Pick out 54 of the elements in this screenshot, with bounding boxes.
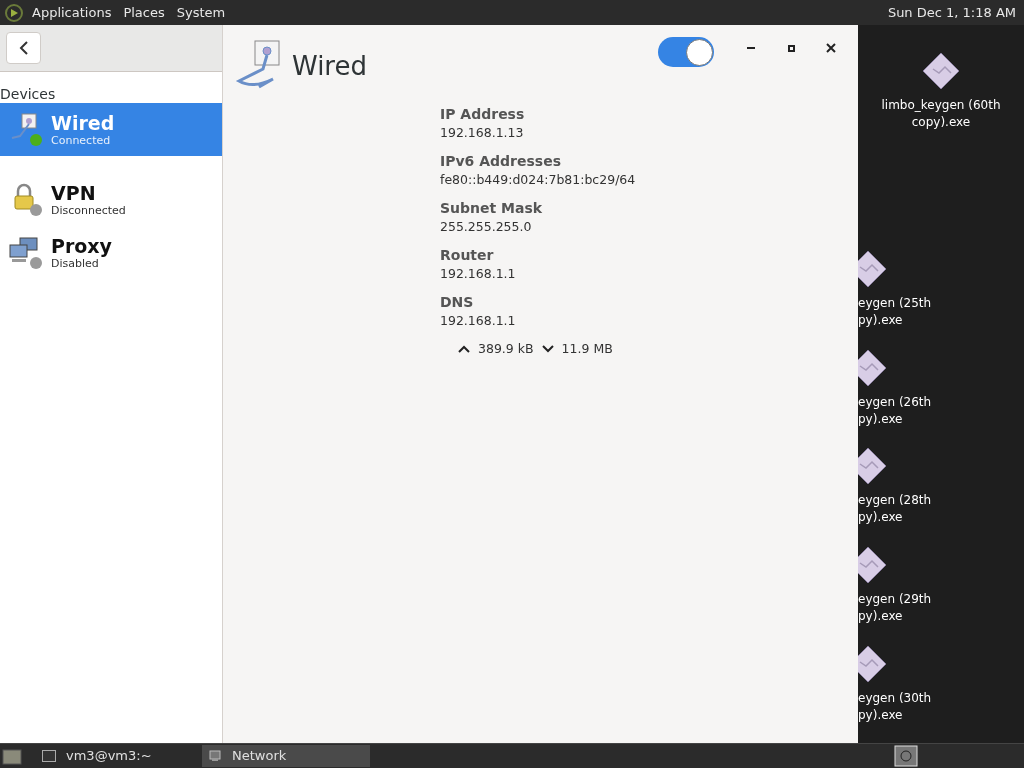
- file-name: eygen (25th: [858, 294, 932, 312]
- detail-value: 192.168.1.13: [440, 124, 525, 142]
- clock[interactable]: Sun Dec 1, 1:18 AM: [887, 2, 1016, 23]
- trash-icon[interactable]: [894, 745, 918, 767]
- device-item[interactable]: Proxy Disabled: [0, 226, 222, 279]
- terminal-icon: [42, 750, 56, 762]
- file-name: eygen (26th: [858, 393, 932, 411]
- download-icon: [541, 345, 554, 354]
- file-name: py).exe: [858, 608, 903, 626]
- page-title: Wired: [292, 50, 367, 83]
- maximize-icon: [787, 44, 795, 52]
- desktop-icon[interactable]: [2, 747, 22, 765]
- device-status: Connected: [51, 133, 112, 148]
- file-name: eygen (29th: [858, 591, 932, 609]
- device-name: Wired: [51, 111, 115, 134]
- panel-menu[interactable]: System: [176, 2, 226, 23]
- device-item[interactable]: VPN Disconnected: [0, 173, 222, 226]
- detail-label: IPv6 Addresses: [440, 152, 562, 171]
- detail-label: DNS: [440, 293, 475, 312]
- logo-icon: [4, 2, 24, 23]
- file-name: py).exe: [858, 707, 903, 725]
- back-button[interactable]: [6, 32, 41, 64]
- panel-menu[interactable]: Places: [123, 2, 165, 23]
- device-status: Disabled: [51, 256, 99, 271]
- detail-value: 192.168.1.1: [440, 312, 517, 330]
- network-icon: [208, 750, 222, 762]
- file-name: copy).exe: [911, 114, 971, 131]
- file-name: py).exe: [858, 410, 903, 428]
- file-name: limbo_keygen (60th: [881, 97, 1001, 114]
- file-name: eygen (30th: [858, 690, 932, 708]
- detail-label: Router: [440, 246, 495, 265]
- file-name: py).exe: [858, 311, 903, 329]
- close-icon: [826, 43, 836, 53]
- device-name: Proxy: [51, 234, 112, 257]
- back-icon: [18, 41, 29, 55]
- task-button[interactable]: vm3@vm3:~: [36, 745, 196, 767]
- received-amount: 11.9 MB: [561, 340, 613, 358]
- panel-menu[interactable]: Applications: [32, 2, 112, 23]
- detail-value: 192.168.1.1: [440, 265, 517, 283]
- file-name: py).exe: [858, 509, 903, 527]
- toggle-switch[interactable]: [658, 37, 714, 67]
- sent-amount: 389.9 kB: [478, 340, 534, 358]
- minimize-icon: [747, 47, 755, 49]
- upload-icon: [458, 345, 470, 354]
- device-name: VPN: [51, 181, 97, 204]
- detail-label: Subnet Mask: [440, 199, 544, 218]
- device-item[interactable]: Wired Connected: [0, 103, 222, 156]
- section-heading: Devices: [0, 86, 57, 103]
- detail-value: 255.255.255.0: [440, 218, 533, 236]
- file-name: eygen (28th: [858, 492, 932, 510]
- task-button[interactable]: Network: [202, 745, 370, 767]
- detail-value: fe80::b449:d024:7b81:bc29/64: [440, 171, 637, 189]
- device-status: Disconnected: [51, 203, 126, 218]
- detail-label: IP Address: [440, 105, 526, 124]
